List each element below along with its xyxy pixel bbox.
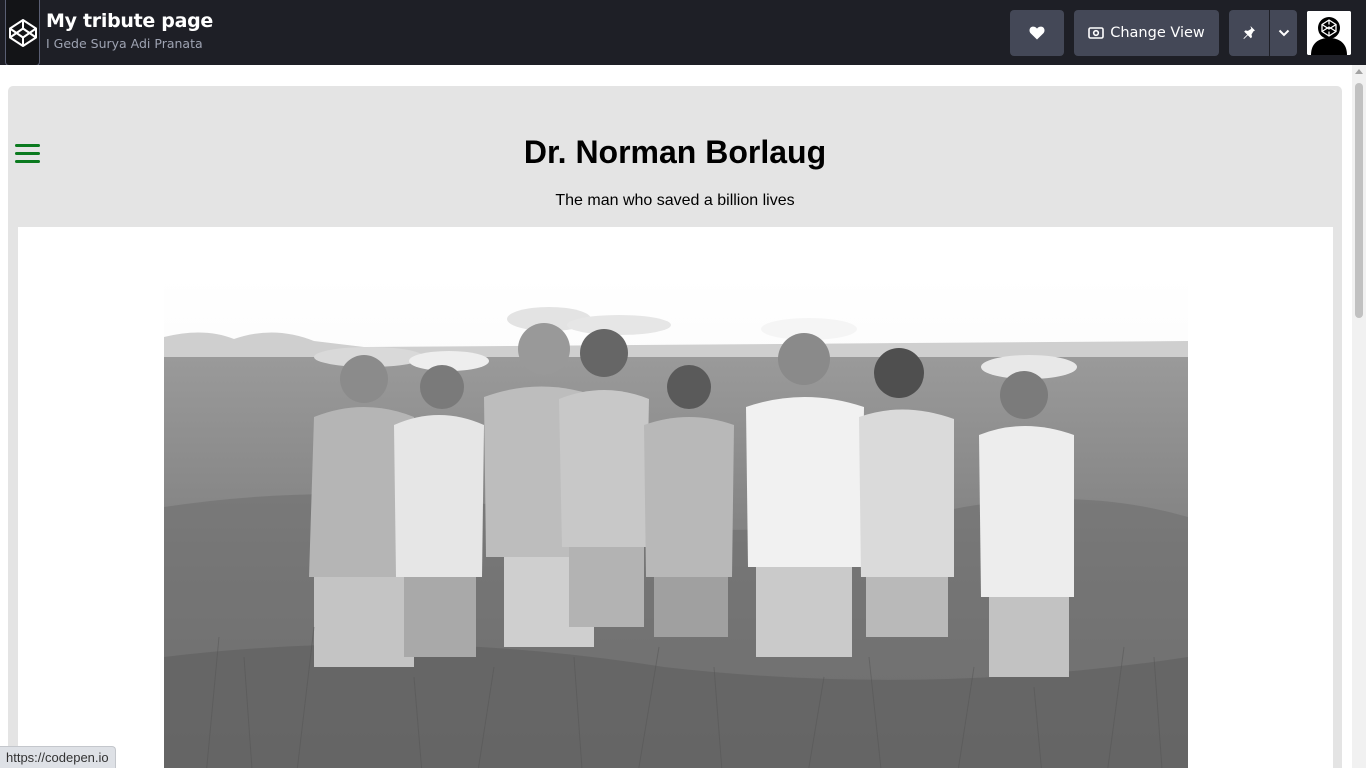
heart-icon — [1029, 26, 1045, 40]
tagline: The man who saved a billion lives — [555, 192, 795, 209]
change-view-button[interactable]: Change View — [1074, 10, 1219, 56]
codepen-logo-icon[interactable] — [5, 0, 40, 66]
pen-author[interactable]: I Gede Surya Adi Pranata — [46, 36, 203, 51]
pin-icon — [1243, 26, 1255, 39]
scrollbar-thumb[interactable] — [1355, 83, 1363, 318]
change-view-icon — [1088, 27, 1105, 39]
user-avatar[interactable] — [1307, 11, 1351, 55]
preview-scrollbar[interactable] — [1352, 65, 1366, 768]
change-view-label: Change View — [1110, 25, 1205, 41]
preview-frame: Dr. Norman Borlaug The man who saved a b… — [0, 65, 1352, 768]
hamburger-menu-icon[interactable] — [15, 144, 40, 164]
codepen-header: My tribute page I Gede Surya Adi Pranata… — [0, 0, 1366, 66]
scroll-up-arrow-icon[interactable] — [1355, 69, 1363, 74]
pin-dropdown-button[interactable] — [1270, 10, 1297, 56]
main-heading: Dr. Norman Borlaug — [523, 134, 827, 170]
chevron-down-icon — [1278, 29, 1289, 37]
pen-title[interactable]: My tribute page — [46, 10, 213, 32]
love-button[interactable] — [1010, 10, 1064, 56]
tribute-photo — [164, 277, 1188, 768]
pin-button[interactable] — [1229, 10, 1269, 56]
status-url: https://codepen.io — [0, 746, 116, 768]
image-container — [18, 227, 1333, 768]
